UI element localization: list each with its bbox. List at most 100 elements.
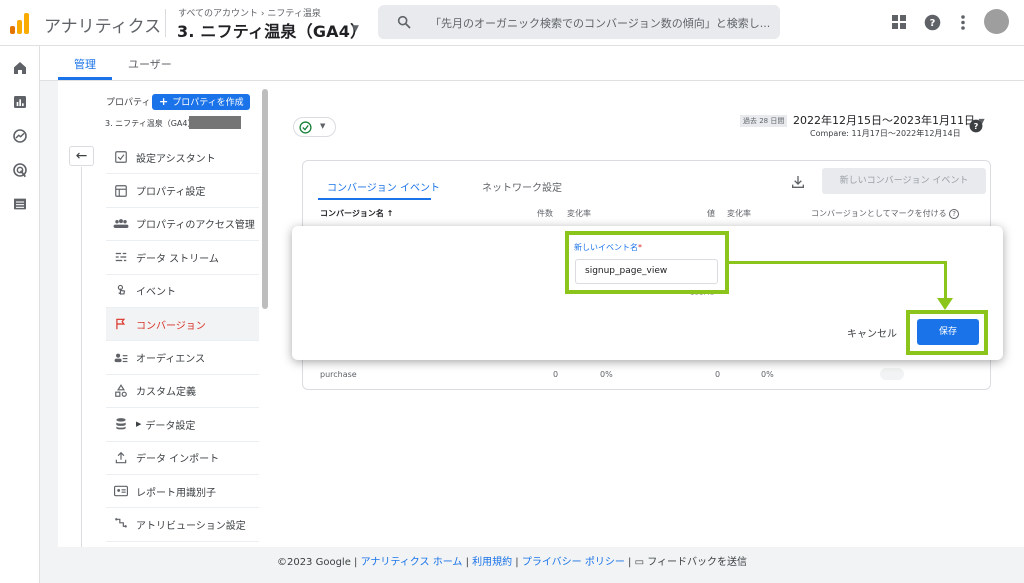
tab-admin[interactable]: 管理 <box>74 56 96 72</box>
nav-item-data-settings[interactable]: ▶ データ設定 <box>106 408 259 442</box>
connector-line <box>944 261 947 301</box>
date-range-picker[interactable]: 2022年12月15日〜2023年1月11日 ▼ <box>793 112 985 128</box>
help-icon[interactable]: ? <box>949 209 960 219</box>
arrow-down-icon <box>937 298 953 310</box>
date-range-tag: 過去 28 日間 <box>740 115 788 127</box>
row-count: 0 <box>553 370 559 379</box>
caret-down-icon: ▼ <box>320 122 326 130</box>
search-box[interactable]: 「先月のオーガニック検索でのコンバージョン数の傾向」と検索し... <box>378 5 780 39</box>
tab-indicator <box>58 77 112 80</box>
search-placeholder[interactable]: 「先月のオーガニック検索でのコンバージョン数の傾向」と検索し... <box>430 15 770 31</box>
property-nav: 設定アシスタント プロパティ設定 プロパティのアクセス管理 データ ストリーム … <box>106 141 259 542</box>
help-icon[interactable]: ? <box>969 119 983 133</box>
upload-icon <box>106 451 136 465</box>
divider <box>165 9 166 37</box>
redacted-block <box>189 116 241 129</box>
nav-item-label: データ インポート <box>136 454 220 466</box>
more-vert-icon[interactable] <box>958 14 968 31</box>
column-header-name[interactable]: コンバージョン名 ↑ <box>320 208 393 219</box>
search-icon <box>397 15 411 29</box>
nav-item-custom-definitions[interactable]: カスタム定義 <box>106 375 259 409</box>
explore-icon[interactable] <box>12 128 28 144</box>
column-header-mark-label: コンバージョンとしてマークを付ける <box>811 209 947 218</box>
new-conversion-event-button[interactable]: 新しいコンバージョン イベント <box>822 168 986 194</box>
analytics-logo-icon[interactable] <box>10 12 30 34</box>
caret-down-icon[interactable]: ▼ <box>352 24 359 34</box>
nav-item-label: レポート用識別子 <box>136 487 216 499</box>
column-header-value[interactable]: 値 <box>707 208 715 219</box>
checklist-icon <box>106 150 136 164</box>
property-selector[interactable]: 3. ニフティ温泉（GA4） <box>177 18 366 42</box>
date-range-label: 2022年12月15日〜2023年1月11日 <box>793 114 975 127</box>
feedback-icon: ▭ <box>634 557 645 568</box>
database-icon <box>106 417 136 431</box>
nav-item-label: カスタム定義 <box>136 387 196 399</box>
footer-link-privacy[interactable]: プライバシー ポリシー <box>522 557 625 568</box>
nav-item-data-import[interactable]: データ インポート <box>106 442 259 475</box>
advertising-icon[interactable] <box>12 162 28 178</box>
create-property-label: プロパティを作成 <box>172 98 244 108</box>
shapes-icon <box>106 383 136 398</box>
app-title: アナリティクス <box>44 17 162 37</box>
nav-item-label: 設定アシスタント <box>136 153 216 165</box>
nav-item-label: データ ストリーム <box>136 253 219 265</box>
property-settings-icon <box>106 184 136 198</box>
highlight-box <box>565 231 729 294</box>
nav-item-label: アトリビューション設定 <box>136 520 246 532</box>
highlight-box <box>906 310 988 355</box>
svg-text:?: ? <box>930 18 936 29</box>
nav-item-label: イベント <box>136 287 176 299</box>
nav-item-access-management[interactable]: プロパティのアクセス管理 <box>106 208 259 242</box>
status-dropdown[interactable]: ▼ <box>293 117 336 137</box>
apps-grid-icon[interactable] <box>891 14 907 30</box>
connector-line <box>727 261 947 264</box>
nav-item-property-settings[interactable]: プロパティ設定 <box>106 174 259 208</box>
nav-item-label: プロパティ設定 <box>136 187 206 199</box>
row-value-change: 0% <box>761 370 774 379</box>
nav-item-conversions[interactable]: コンバージョン <box>106 307 259 342</box>
footer-link-terms[interactable]: 利用規約 <box>472 557 512 568</box>
help-icon[interactable]: ? <box>924 14 941 31</box>
nav-item-events[interactable]: イベント <box>106 275 259 308</box>
tab-conversion-events[interactable]: コンバージョン イベント <box>327 179 440 194</box>
column-header-value-change[interactable]: 変化率 <box>727 208 751 219</box>
column-header-count-change[interactable]: 変化率 <box>567 208 591 219</box>
row-count-change: 0% <box>600 370 613 379</box>
nav-item-label: プロパティのアクセス管理 <box>136 220 255 232</box>
scrollbar[interactable] <box>262 89 268 309</box>
top-bar: アナリティクス すべてのアカウント › ニフティ温泉 3. ニフティ温泉（GA4… <box>0 0 1024 46</box>
reports-icon[interactable] <box>12 94 28 110</box>
tab-user[interactable]: ユーザー <box>128 56 172 72</box>
mark-conversion-toggle[interactable] <box>880 368 904 380</box>
nav-item-setup-assistant[interactable]: 設定アシスタント <box>106 141 259 175</box>
nav-item-audiences[interactable]: オーディエンス <box>106 341 259 375</box>
property-column-label: プロパティ <box>106 98 151 108</box>
home-icon[interactable] <box>12 60 28 76</box>
nav-item-reporting-identity[interactable]: レポート用識別子 <box>106 475 259 509</box>
tab-indicator <box>318 198 431 200</box>
list-icon[interactable] <box>12 196 28 212</box>
nav-item-data-streams[interactable]: データ ストリーム <box>106 241 259 275</box>
property-dropdown[interactable]: 3. ニフティ温泉（GA4） <box>105 118 195 129</box>
expand-caret-icon[interactable]: ▶ <box>136 420 141 428</box>
cancel-button[interactable]: キャンセル <box>847 325 897 340</box>
touch-icon <box>106 284 136 298</box>
flag-icon <box>106 317 136 331</box>
avatar[interactable] <box>984 9 1009 34</box>
back-arrow-button[interactable]: ← <box>69 146 94 166</box>
footer: ©2023 Google | アナリティクス ホーム | 利用規約 | プライバ… <box>276 557 748 568</box>
nav-item-attribution-settings[interactable]: アトリビューション設定 <box>106 508 259 542</box>
compare-range: Compare: 11月17日〜2022年12月14日 <box>810 129 961 138</box>
tab-network-settings[interactable]: ネットワーク設定 <box>482 179 562 194</box>
footer-link-analytics-home[interactable]: アナリティクス ホーム <box>361 557 463 568</box>
column-header-mark: コンバージョンとしてマークを付ける ? <box>811 208 960 219</box>
left-rail <box>0 46 40 583</box>
row-value: 0 <box>715 370 721 379</box>
footer-feedback[interactable]: フィードバックを送信 <box>647 557 747 568</box>
id-card-icon <box>106 485 136 497</box>
create-property-button[interactable]: + プロパティを作成 <box>152 94 250 110</box>
column-header-count[interactable]: 件数 <box>537 208 553 219</box>
plus-icon: + <box>159 95 169 108</box>
download-icon[interactable] <box>790 174 806 190</box>
admin-subtabs: 管理 ユーザー <box>40 46 1024 81</box>
